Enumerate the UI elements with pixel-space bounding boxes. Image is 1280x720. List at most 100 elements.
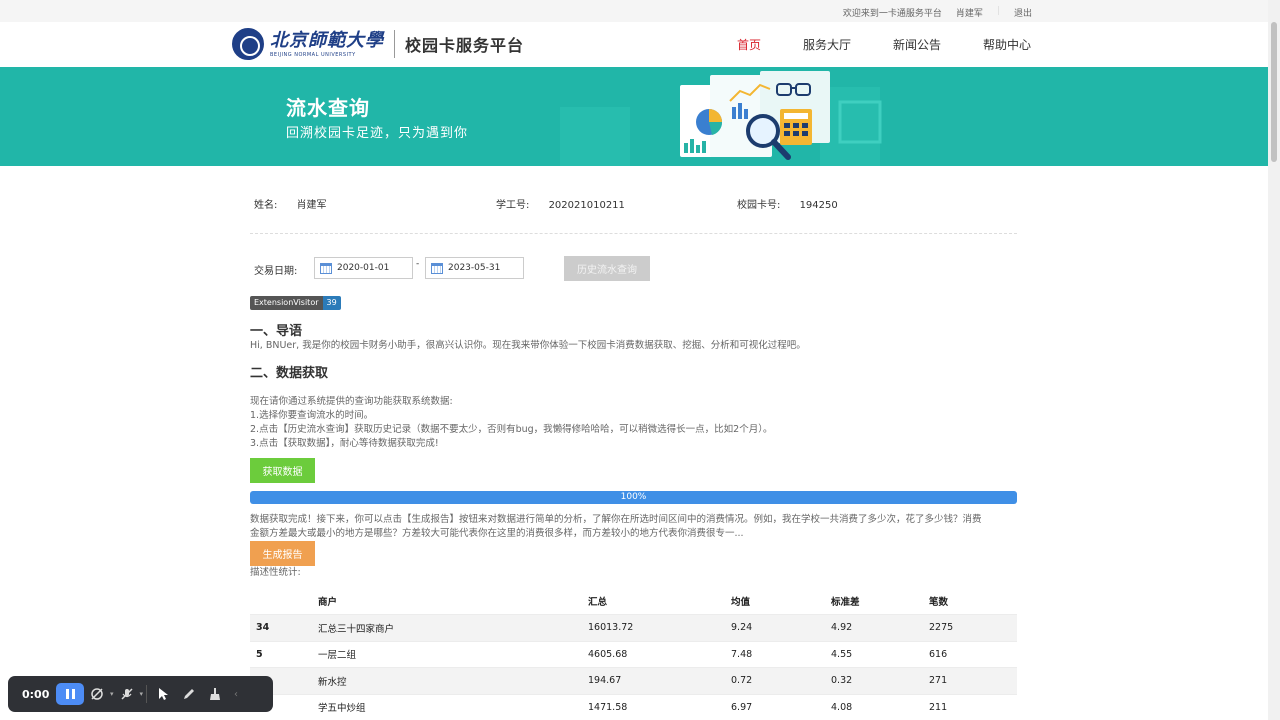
table-cell: 16013.72 xyxy=(582,614,725,642)
name-label: 姓名: xyxy=(254,200,278,211)
table-cell: 4.92 xyxy=(825,614,923,642)
start-date-value: 2020-01-01 xyxy=(337,263,390,273)
stats-table: 商户 汇总 均值 标准差 笔数 34 汇总三十四家商户 16013.72 9.2… xyxy=(250,588,1017,720)
chevron-down-icon[interactable]: ▾ xyxy=(140,690,144,698)
table-cell: 7.48 xyxy=(725,641,825,668)
report-illustration-icon xyxy=(680,71,830,160)
logout-link[interactable]: 退出 xyxy=(1014,6,1032,19)
table-cell: 9.24 xyxy=(725,614,825,642)
table-cell: 汇总三十四家商户 xyxy=(312,614,582,642)
start-date-input[interactable]: 2020-01-01 xyxy=(314,257,413,279)
visitor-badge: ExtensionVisitor 39 xyxy=(250,296,341,310)
pen-icon xyxy=(184,689,195,699)
fetch-instruction-3: 3.点击【获取数据】，耐心等待数据获取完成! xyxy=(250,438,439,449)
table-cell: 5 xyxy=(250,641,312,668)
topbar-separator: | xyxy=(996,6,1000,16)
id-value: 202021010211 xyxy=(548,200,625,211)
table-cell: 34 xyxy=(250,614,312,642)
table-row: 新水控 194.67 0.72 0.32 271 xyxy=(250,667,1017,695)
university-seal-icon xyxy=(232,28,264,60)
fetch-data-button[interactable]: 获取数据 xyxy=(250,458,315,483)
column-header xyxy=(250,588,312,615)
logo-name-cn: 北京師範大學 xyxy=(270,29,384,51)
end-date-input[interactable]: 2023-05-31 xyxy=(425,257,524,279)
column-header: 商户 xyxy=(312,588,582,615)
date-separator: - xyxy=(416,259,420,269)
divider xyxy=(250,233,1017,234)
top-bar: 欢迎来到一卡通服务平台 肖建军 | 退出 xyxy=(0,0,1268,22)
column-header: 笔数 xyxy=(923,588,1017,615)
table-cell: 4605.68 xyxy=(582,641,725,668)
fetch-instruction-1: 1.选择你要查询流水的时间。 xyxy=(250,410,374,421)
end-date-value: 2023-05-31 xyxy=(448,263,501,273)
banner-background xyxy=(560,87,882,166)
card-label: 校园卡号: xyxy=(737,200,781,211)
pen-tool-button[interactable] xyxy=(176,683,202,705)
camera-off-button[interactable] xyxy=(84,683,110,705)
page-banner: 流水查询 回溯校园卡足迹，只为遇到你 xyxy=(0,67,1268,166)
platform-title: 校园卡服务平台 xyxy=(405,36,525,55)
history-query-button[interactable]: 历史流水查询 xyxy=(564,256,650,281)
table-cell: 0.72 xyxy=(725,667,825,695)
stats-label: 描述性统计: xyxy=(250,567,301,578)
main-nav: 首页 服务大厅 新闻公告 帮助中心 xyxy=(737,36,1031,53)
calendar-icon xyxy=(431,262,443,274)
nav-help[interactable]: 帮助中心 xyxy=(983,36,1031,53)
banner-subtitle: 回溯校园卡足迹，只为遇到你 xyxy=(286,126,469,141)
welcome-text: 欢迎来到一卡通服务平台 xyxy=(842,9,942,19)
table-cell: 2275 xyxy=(923,614,1017,642)
recording-time: 0:00 xyxy=(22,687,50,701)
cursor-icon xyxy=(159,688,169,700)
pointer-tool-button[interactable] xyxy=(150,683,176,705)
table-cell: 194.67 xyxy=(582,667,725,695)
logo-name-en: BEIJING NORMAL UNIVERSITY xyxy=(270,51,356,58)
mic-off-button[interactable] xyxy=(114,683,140,705)
pause-button[interactable] xyxy=(56,683,84,705)
site-header: 北京師範大學 BEIJING NORMAL UNIVERSITY 校园卡服务平台… xyxy=(0,22,1268,67)
scrollbar-thumb[interactable] xyxy=(1271,22,1277,162)
visitor-badge-label: ExtensionVisitor xyxy=(250,296,323,310)
done-text-line2: 金额方差最大或最小的地方是哪些？方差较大可能代表你在这里的消费很多样，而方差较小… xyxy=(250,528,744,539)
table-header-row: 商户 汇总 均值 标准差 笔数 xyxy=(250,588,1017,615)
intro-heading: 一、导语 xyxy=(250,324,303,339)
collapse-chevron-icon[interactable]: ‹ xyxy=(234,689,238,700)
nav-news[interactable]: 新闻公告 xyxy=(893,36,941,53)
table-row: 34 汇总三十四家商户 16013.72 9.24 4.92 2275 xyxy=(250,614,1017,642)
id-label: 学工号: xyxy=(496,200,530,211)
table-row: 5 一层二组 4605.68 7.48 4.55 616 xyxy=(250,641,1017,668)
table-cell: 一层二组 xyxy=(312,641,582,668)
table-cell: 4.08 xyxy=(825,694,923,720)
column-header: 汇总 xyxy=(582,588,725,615)
nav-home[interactable]: 首页 xyxy=(737,36,761,53)
name-value: 肖建军 xyxy=(296,200,327,211)
table-cell: 271 xyxy=(923,667,1017,695)
fetch-instruction-0: 现在请你通过系统提供的查询功能获取系统数据: xyxy=(250,396,453,407)
broom-icon xyxy=(210,688,221,700)
nav-service-hall[interactable]: 服务大厅 xyxy=(803,36,851,53)
table-cell: 0.32 xyxy=(825,667,923,695)
table-cell: 616 xyxy=(923,641,1017,668)
card-value: 194250 xyxy=(799,200,838,211)
camera-off-icon xyxy=(91,688,103,700)
table-cell: 211 xyxy=(923,694,1017,720)
date-label: 交易日期: xyxy=(254,266,298,277)
table-cell: 新水控 xyxy=(312,667,582,695)
fetch-heading: 二、数据获取 xyxy=(250,366,329,381)
table-cell: 4.55 xyxy=(825,641,923,668)
user-link[interactable]: 肖建军 xyxy=(956,6,983,19)
logo-divider xyxy=(394,30,395,58)
fetch-instruction-2: 2.点击【历史流水查询】获取历史记录（数据不要太少，否则有bug，我懒得修哈哈哈… xyxy=(250,424,773,435)
generate-report-button[interactable]: 生成报告 xyxy=(250,541,315,566)
table-cell: 1471.58 xyxy=(582,694,725,720)
toolbar-separator xyxy=(146,685,148,703)
table-cell: 学五中炒组 xyxy=(312,694,582,720)
progress-text: 100% xyxy=(620,492,647,502)
eraser-tool-button[interactable] xyxy=(202,683,228,705)
logo[interactable]: 北京師範大學 BEIJING NORMAL UNIVERSITY 校园卡服务平台 xyxy=(232,28,524,60)
table-cell: 6.97 xyxy=(725,694,825,720)
table-row: 学五中炒组 1471.58 6.97 4.08 211 xyxy=(250,694,1017,720)
recorder-toolbar: 0:00 ▾ ▾ ‹ xyxy=(8,676,273,712)
mic-off-icon xyxy=(120,688,133,700)
page-scrollbar[interactable] xyxy=(1268,0,1280,720)
column-header: 均值 xyxy=(725,588,825,615)
